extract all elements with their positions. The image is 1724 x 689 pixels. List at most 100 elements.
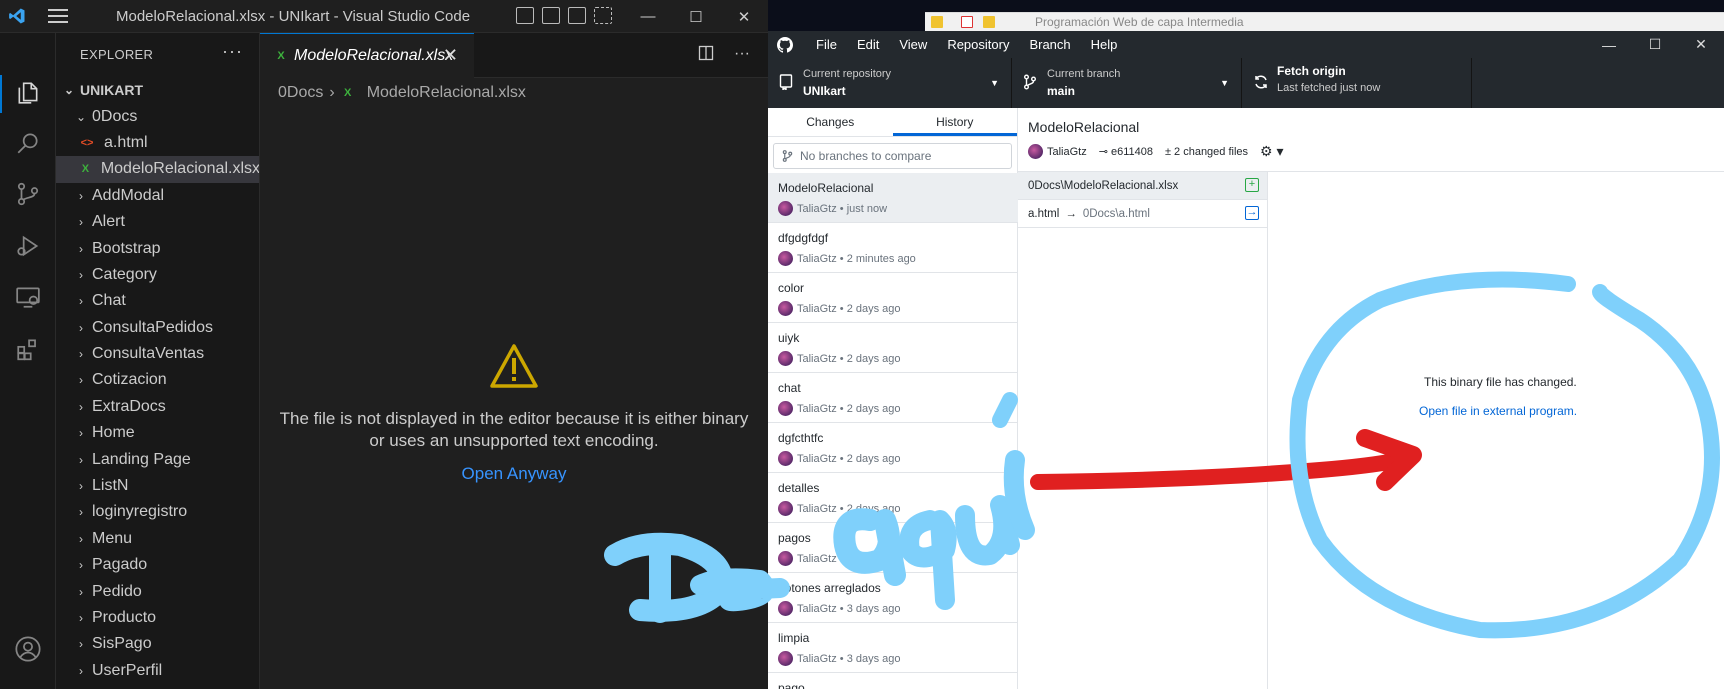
commit-title: ModeloRelacional <box>1028 119 1140 135</box>
compare-branch-input[interactable]: No branches to compare <box>773 143 1012 169</box>
commit-list: ModeloRelacional TaliaGtz • just now dfgdg… <box>768 173 1018 689</box>
chevron-down-icon: ⌄ <box>63 83 75 98</box>
tree-item-a-html[interactable]: <> a.html <box>56 130 259 156</box>
run-debug-icon[interactable] <box>12 230 44 262</box>
commit-item[interactable]: dgfcthtfc TaliaGtz • 2 days ago <box>768 423 1018 473</box>
tree-item-landing-page[interactable]: › Landing Page <box>56 446 259 472</box>
tree-item-addmodal[interactable]: › AddModal <box>56 183 259 209</box>
commit-title: pagos <box>778 531 811 545</box>
explorer-root-folder[interactable]: ⌄ UNIKART <box>56 77 259 103</box>
open-external-link[interactable]: Open file in external program. <box>1419 404 1577 418</box>
fetch-origin-button[interactable]: Fetch origin Last fetched just now <box>1242 58 1472 108</box>
tree-item-pagado[interactable]: › Pagado <box>56 552 259 578</box>
toggle-panel-icon[interactable] <box>542 7 560 24</box>
extensions-icon[interactable] <box>12 333 44 365</box>
minimize-button[interactable]: — <box>624 0 672 33</box>
close-button[interactable]: ✕ <box>720 0 768 33</box>
tree-item-cotizacion[interactable]: › Cotizacion <box>56 367 259 393</box>
commit-meta: TaliaGtz • just now <box>797 202 888 215</box>
menu-edit[interactable]: Edit <box>857 37 879 52</box>
diff-view <box>1268 172 1724 689</box>
current-repository-button[interactable]: Current repository UNIkart ▼ <box>768 58 1012 108</box>
tree-item-pedido[interactable]: › Pedido <box>56 578 259 604</box>
remote-explorer-icon[interactable] <box>12 281 44 313</box>
tree-item-userperfil[interactable]: › UserPerfil <box>56 658 259 684</box>
tree-item-consultapedidos[interactable]: › ConsultaPedidos <box>56 315 259 341</box>
gh-maximize-button[interactable]: ☐ <box>1632 31 1678 58</box>
customize-layout-icon[interactable] <box>594 7 612 24</box>
source-control-icon[interactable] <box>12 178 44 210</box>
settings-gear-icon[interactable]: ⚙ ▾ <box>1260 143 1283 160</box>
menu-branch[interactable]: Branch <box>1029 37 1070 52</box>
file-row[interactable]: 0Docs\ModeloRelacional.xlsx + <box>1018 172 1267 200</box>
breadcrumb-file[interactable]: ModeloRelacional.xlsx <box>367 84 526 102</box>
tree-item-alert[interactable]: › Alert <box>56 209 259 235</box>
tree-item-producto[interactable]: › Producto <box>56 605 259 631</box>
tree-item-category[interactable]: › Category <box>56 262 259 288</box>
commit-item[interactable]: dfgdgfdgf TaliaGtz • 2 minutes ago <box>768 223 1018 273</box>
author-avatar <box>778 551 793 566</box>
toggle-secondary-sidebar-icon[interactable] <box>568 7 586 24</box>
commit-item[interactable]: botones arreglados TaliaGtz • 3 days ago <box>768 573 1018 623</box>
open-anyway-link[interactable]: Open Anyway <box>462 464 567 484</box>
gh-close-button[interactable]: ✕ <box>1678 31 1724 58</box>
tree-label: Home <box>92 424 135 442</box>
commit-item[interactable]: limpia TaliaGtz • 3 days ago <box>768 623 1018 673</box>
commit-item[interactable]: uiyk TaliaGtz • 2 days ago <box>768 323 1018 373</box>
commit-item[interactable]: detalles TaliaGtz • 2 days ago <box>768 473 1018 523</box>
excel-file-icon: X <box>277 50 285 62</box>
search-icon[interactable] <box>12 127 44 159</box>
toggle-primary-sidebar-icon[interactable] <box>516 7 534 24</box>
chevron-right-icon: › <box>79 584 83 599</box>
file-tree: ⌄ UNIKART ⌄ 0Docs <> a.html X ModeloRelacional.… <box>56 77 260 684</box>
author-avatar <box>778 501 793 516</box>
commit-meta: TaliaGtz • 2 days ago <box>797 452 901 465</box>
commit-item[interactable]: pagos TaliaGtz • 2 days ago <box>768 523 1018 573</box>
commit-item[interactable]: ModeloRelacional TaliaGtz • just now <box>768 173 1018 223</box>
split-editor-icon[interactable] <box>698 45 714 66</box>
tree-label: ModeloRelacional.xlsx <box>100 160 260 178</box>
current-branch-button[interactable]: Current branch main ▼ <box>1012 58 1242 108</box>
tree-item-sispago[interactable]: › SisPago <box>56 631 259 657</box>
maximize-button[interactable]: ☐ <box>672 0 720 33</box>
tree-item-loginyregistro[interactable]: › loginyregistro <box>56 499 259 525</box>
tree-item-extradocs[interactable]: › ExtraDocs <box>56 394 259 420</box>
menu-help[interactable]: Help <box>1091 37 1118 52</box>
commit-sha[interactable]: e611408 <box>1111 146 1153 158</box>
tree-item-menu[interactable]: › Menu <box>56 526 259 552</box>
menu-file[interactable]: File <box>816 37 837 52</box>
account-icon[interactable] <box>12 633 44 665</box>
chevron-down-icon: ▼ <box>990 78 999 88</box>
gh-minimize-button[interactable]: — <box>1586 31 1632 58</box>
branch-icon <box>782 149 793 166</box>
menu-repository[interactable]: Repository <box>947 37 1009 52</box>
menu-view[interactable]: View <box>899 37 927 52</box>
tab-history[interactable]: History <box>892 108 1017 136</box>
tree-label: Producto <box>92 609 157 626</box>
tree-item-consultaventas[interactable]: › ConsultaVentas <box>56 341 259 367</box>
tab-modelo-relacional[interactable]: X ModeloRelacional.xlsx ✕ <box>260 33 474 78</box>
explorer-header: EXPLORER <box>80 47 154 62</box>
tree-item-home[interactable]: › Home <box>56 420 259 446</box>
tree-item-listn[interactable]: › ListN <box>56 473 259 499</box>
file-row[interactable]: a.html → 0Docs\a.html → <box>1018 200 1267 228</box>
explorer-more-icon[interactable]: ··· <box>222 41 243 62</box>
tree-item-chat[interactable]: › Chat <box>56 288 259 314</box>
editor-more-icon[interactable]: ··· <box>734 45 750 66</box>
explorer-icon[interactable] <box>12 77 44 109</box>
tree-label: AddModal <box>92 186 165 204</box>
commit-item[interactable]: chat TaliaGtz • 2 days ago <box>768 373 1018 423</box>
excel-file-icon: X <box>81 163 90 176</box>
commit-item[interactable]: pago <box>768 673 1018 689</box>
tree-item-bootstrap[interactable]: › Bootstrap <box>56 235 259 261</box>
tree-label: a.html <box>104 133 148 151</box>
repo-label: Current repository <box>803 68 892 80</box>
explorer-sidebar: EXPLORER ··· ⌄ UNIKART ⌄ 0Docs <> a.html X Mode… <box>56 33 260 689</box>
tree-item-modelorelacional-xlsx[interactable]: X ModeloRelacional.xlsx <box>56 156 260 183</box>
commit-item[interactable]: color TaliaGtz • 2 days ago <box>768 273 1018 323</box>
breadcrumb-folder[interactable]: 0Docs <box>278 84 323 102</box>
tree-item-0docs[interactable]: ⌄ 0Docs <box>56 103 259 129</box>
menu-icon[interactable] <box>48 9 72 23</box>
tab-changes[interactable]: Changes <box>768 108 893 136</box>
tab-close-icon[interactable]: ✕ <box>443 45 458 66</box>
